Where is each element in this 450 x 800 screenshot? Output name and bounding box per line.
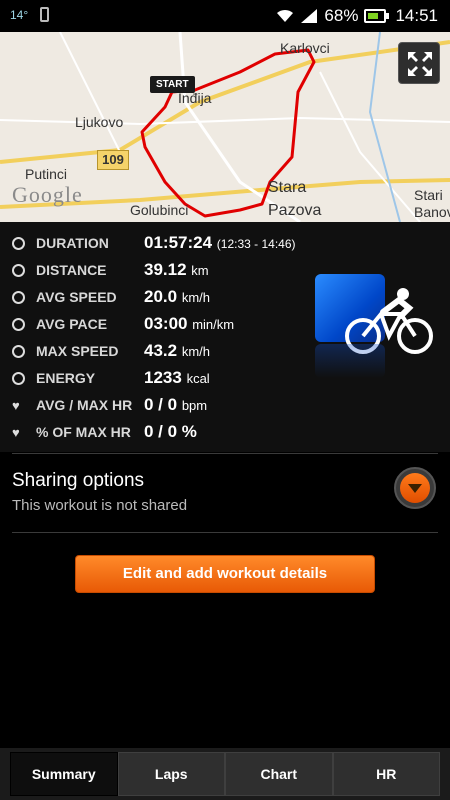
heart-icon: ♥ bbox=[12, 424, 20, 440]
clock-icon bbox=[12, 236, 25, 250]
tab-summary[interactable]: Summary bbox=[10, 752, 118, 796]
edit-workout-button[interactable]: Edit and add workout details bbox=[75, 555, 375, 593]
battery-icon bbox=[364, 9, 387, 23]
road-number-shield: 109 bbox=[97, 150, 129, 170]
clock: 14:51 bbox=[395, 6, 438, 25]
stat-label: DISTANCE bbox=[36, 262, 107, 278]
stat-value: 0 / 0 % bbox=[144, 422, 197, 441]
distance-icon bbox=[12, 263, 25, 277]
workout-stats: DURATION 01:57:24 (12:33 - 14:46) DISTAN… bbox=[0, 222, 450, 452]
stat-value: 20.0 km/h bbox=[144, 287, 210, 306]
wifi-icon bbox=[277, 9, 294, 22]
stat-label: MAX SPEED bbox=[36, 343, 119, 359]
map-label-golubinci: Golubinci bbox=[130, 202, 189, 218]
stat-avg-speed: AVG SPEED 20.0 km/h bbox=[0, 284, 320, 310]
map-label-putinci: Putinci bbox=[25, 166, 68, 182]
map-label-karlovci: Karlovci bbox=[280, 40, 330, 56]
battery-cap bbox=[386, 13, 390, 19]
stat-label: % OF MAX HR bbox=[36, 424, 131, 440]
status-bar-right: 68% 14:51 bbox=[276, 6, 438, 26]
stat-value: 0 / 0 bpm bbox=[144, 395, 208, 414]
chevron-down-icon bbox=[400, 473, 430, 503]
sharing-title: Sharing options bbox=[12, 470, 145, 491]
stat-label: ENERGY bbox=[36, 370, 96, 386]
energy-icon bbox=[12, 371, 25, 385]
stat-value: 43.2 km/h bbox=[144, 341, 210, 360]
heart-icon: ♥ bbox=[12, 397, 20, 413]
stat-avg-pace: AVG PACE 03:00 min/km bbox=[0, 311, 320, 337]
stat-duration: DURATION 01:57:24 (12:33 - 14:46) bbox=[0, 230, 320, 256]
speedometer-icon bbox=[12, 344, 25, 358]
signal-icon bbox=[301, 9, 318, 23]
map-label-ljukovo: Ljukovo bbox=[75, 114, 124, 130]
start-marker: START bbox=[150, 76, 195, 93]
stat-energy: ENERGY 1233 kcal bbox=[0, 365, 320, 391]
tab-hr[interactable]: HR bbox=[332, 752, 440, 796]
sport-tile-reflection bbox=[315, 344, 385, 378]
sport-type-tile[interactable] bbox=[315, 274, 433, 354]
map-label-stara: Stara bbox=[268, 179, 307, 196]
stat-label: DURATION bbox=[36, 235, 109, 251]
fullscreen-button[interactable] bbox=[398, 42, 440, 84]
speedometer-icon bbox=[12, 290, 25, 304]
stat-label: AVG / MAX HR bbox=[36, 397, 133, 413]
battery-percent: 68% bbox=[324, 6, 359, 25]
temperature-text: 14° bbox=[10, 8, 29, 22]
divider bbox=[12, 532, 438, 533]
status-bar: 14° 68% 14:51 bbox=[0, 0, 450, 32]
route-map[interactable]: Karlovci Ljukovo Inđija Putinci Stara Pa… bbox=[0, 32, 450, 222]
stat-pct-max-hr: ♥ % OF MAX HR 0 / 0 % bbox=[0, 419, 320, 445]
phone-icon bbox=[40, 7, 49, 22]
speedometer-icon bbox=[12, 317, 25, 331]
divider bbox=[12, 453, 438, 454]
stat-value: 1233 kcal bbox=[144, 368, 210, 387]
expand-icon bbox=[408, 52, 432, 76]
sharing-status: This workout is not shared bbox=[12, 497, 188, 514]
stat-max-speed: MAX SPEED 43.2 km/h bbox=[0, 338, 320, 364]
map-label-pazova: Pazova bbox=[268, 202, 322, 219]
stat-value: 01:57:24 (12:33 - 14:46) bbox=[144, 233, 296, 252]
google-logo: Google bbox=[12, 182, 83, 207]
sharing-options-button[interactable] bbox=[394, 467, 436, 509]
bottom-tab-bar: Summary Laps Chart HR bbox=[0, 748, 450, 800]
stat-avg-max-hr: ♥ AVG / MAX HR 0 / 0 bpm bbox=[0, 392, 320, 418]
map-label-banov: Banov bbox=[414, 204, 450, 220]
stat-label: AVG SPEED bbox=[36, 289, 117, 305]
stat-label: AVG PACE bbox=[36, 316, 108, 332]
stat-value: 03:00 min/km bbox=[144, 314, 235, 333]
stat-value: 39.12 km bbox=[144, 260, 209, 279]
tab-laps[interactable]: Laps bbox=[117, 752, 225, 796]
stat-distance: DISTANCE 39.12 km bbox=[0, 257, 320, 283]
tab-chart[interactable]: Chart bbox=[225, 752, 333, 796]
map-label-stari: Stari bbox=[414, 187, 443, 203]
